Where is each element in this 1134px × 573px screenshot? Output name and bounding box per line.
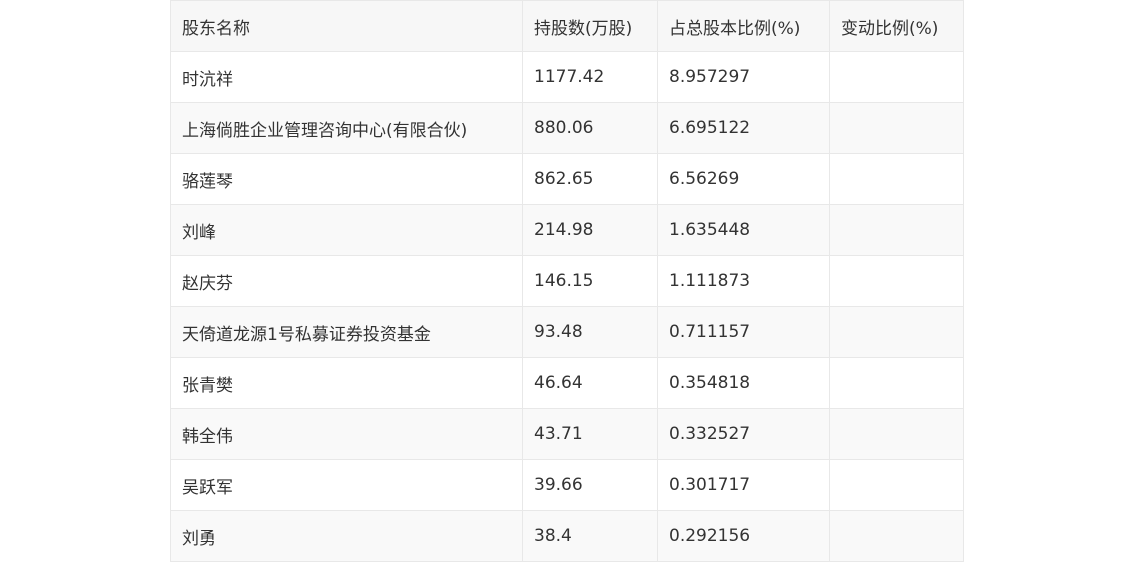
table-row: 张青樊 46.64 0.354818 [170,357,964,409]
table-row: 刘勇 38.4 0.292156 [170,510,964,562]
cell-share-ratio: 0.332527 [657,408,830,460]
cell-share-ratio: 8.957297 [657,51,830,103]
cell-shares-held: 862.65 [522,153,658,205]
cell-shares-held: 38.4 [522,510,658,562]
table-row: 天倚道龙源1号私募证券投资基金 93.48 0.711157 [170,306,964,358]
shareholder-table: 股东名称 持股数(万股) 占总股本比例(%) 变动比例(%) 时沆祥 1177.… [170,0,964,562]
cell-change-ratio [829,408,964,460]
table-body: 时沆祥 1177.42 8.957297 上海倘胜企业管理咨询中心(有限合伙) … [170,51,964,562]
cell-share-ratio: 6.695122 [657,102,830,154]
table-row: 韩全伟 43.71 0.332527 [170,408,964,460]
cell-change-ratio [829,102,964,154]
cell-share-ratio: 1.635448 [657,204,830,256]
cell-change-ratio [829,510,964,562]
cell-change-ratio [829,459,964,511]
cell-change-ratio [829,51,964,103]
cell-shareholder-name: 时沆祥 [170,51,523,103]
cell-shares-held: 39.66 [522,459,658,511]
shareholder-table-container: 股东名称 持股数(万股) 占总股本比例(%) 变动比例(%) 时沆祥 1177.… [170,0,964,562]
cell-shares-held: 46.64 [522,357,658,409]
header-row: 股东名称 持股数(万股) 占总股本比例(%) 变动比例(%) [170,0,964,52]
cell-shareholder-name: 天倚道龙源1号私募证券投资基金 [170,306,523,358]
header-shares-held: 持股数(万股) [522,0,658,52]
cell-shareholder-name: 骆莲琴 [170,153,523,205]
cell-share-ratio: 0.711157 [657,306,830,358]
cell-shares-held: 43.71 [522,408,658,460]
cell-share-ratio: 0.292156 [657,510,830,562]
header-shareholder-name: 股东名称 [170,0,523,52]
cell-shareholder-name: 赵庆芬 [170,255,523,307]
table-row: 刘峰 214.98 1.635448 [170,204,964,256]
cell-change-ratio [829,204,964,256]
cell-shares-held: 214.98 [522,204,658,256]
cell-shares-held: 880.06 [522,102,658,154]
cell-share-ratio: 0.354818 [657,357,830,409]
table-header: 股东名称 持股数(万股) 占总股本比例(%) 变动比例(%) [170,0,964,52]
header-share-ratio: 占总股本比例(%) [657,0,830,52]
cell-shareholder-name: 韩全伟 [170,408,523,460]
cell-shareholder-name: 张青樊 [170,357,523,409]
cell-shareholder-name: 吴跃军 [170,459,523,511]
cell-change-ratio [829,306,964,358]
cell-shares-held: 93.48 [522,306,658,358]
cell-change-ratio [829,357,964,409]
cell-shareholder-name: 刘峰 [170,204,523,256]
cell-change-ratio [829,153,964,205]
table-row: 骆莲琴 862.65 6.56269 [170,153,964,205]
cell-share-ratio: 1.111873 [657,255,830,307]
cell-shares-held: 146.15 [522,255,658,307]
header-change-ratio: 变动比例(%) [829,0,964,52]
cell-share-ratio: 0.301717 [657,459,830,511]
cell-shares-held: 1177.42 [522,51,658,103]
table-row: 时沆祥 1177.42 8.957297 [170,51,964,103]
cell-shareholder-name: 刘勇 [170,510,523,562]
cell-share-ratio: 6.56269 [657,153,830,205]
table-row: 赵庆芬 146.15 1.111873 [170,255,964,307]
table-row: 吴跃军 39.66 0.301717 [170,459,964,511]
cell-change-ratio [829,255,964,307]
table-row: 上海倘胜企业管理咨询中心(有限合伙) 880.06 6.695122 [170,102,964,154]
cell-shareholder-name: 上海倘胜企业管理咨询中心(有限合伙) [170,102,523,154]
